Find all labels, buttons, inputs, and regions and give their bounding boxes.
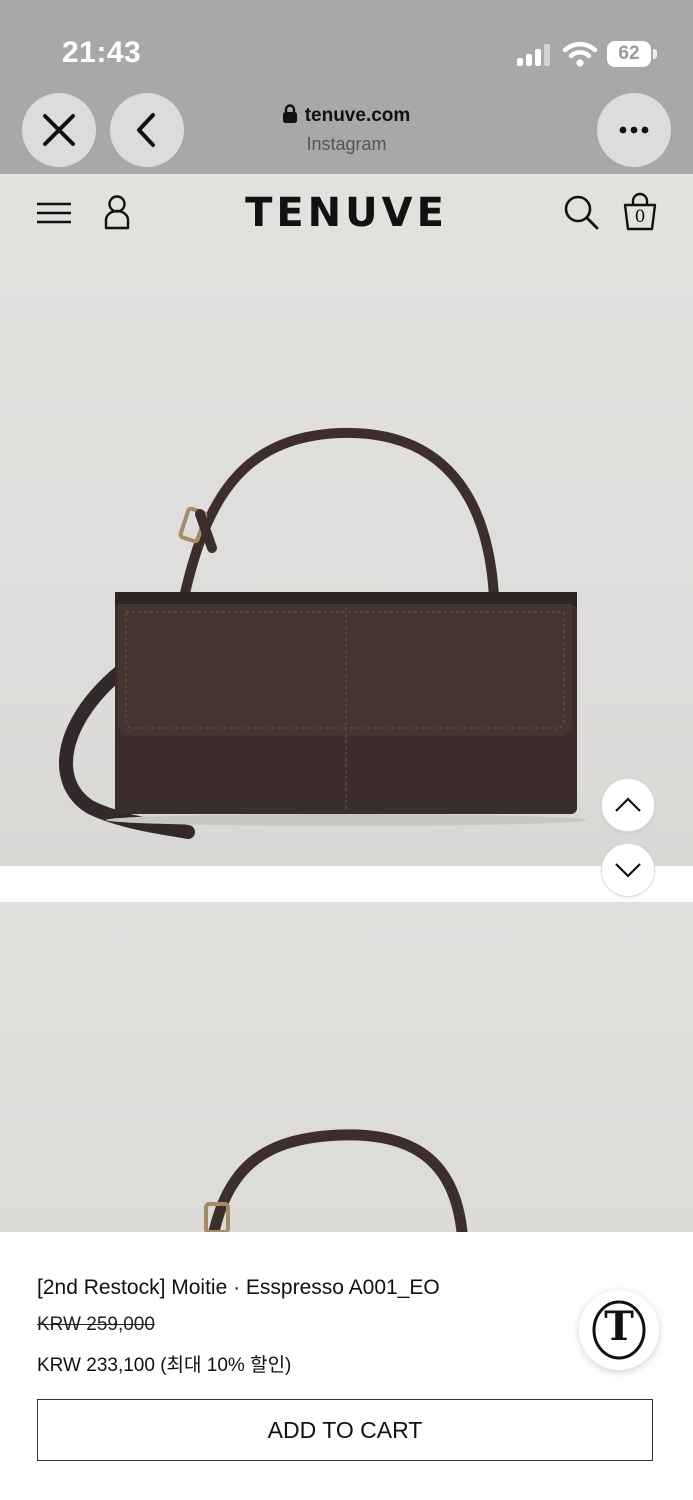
- wifi-icon: [563, 41, 597, 67]
- bag-illustration-partial: [204, 1129, 468, 1232]
- badge-letter: T: [604, 1303, 634, 1350]
- url-domain: tenuve.com: [304, 105, 411, 126]
- lock-icon: [282, 104, 297, 123]
- product-name: [2nd Restock] Moitie · Esspresso A001_EO: [37, 1276, 440, 1299]
- add-to-cart-button[interactable]: ADD TO CART: [37, 1399, 653, 1461]
- battery-cap: [653, 49, 657, 59]
- gallery-prev-button[interactable]: [601, 778, 655, 832]
- more-icon: [619, 126, 649, 134]
- battery-icon: 62: [607, 41, 651, 67]
- original-price: KRW 259,000: [37, 1314, 155, 1335]
- chevron-down-icon: [615, 863, 641, 878]
- product-image-second[interactable]: [0, 902, 693, 1232]
- gallery-next-button[interactable]: [601, 843, 655, 897]
- battery-level: 62: [618, 43, 640, 64]
- site-header: TENUVE 0: [0, 174, 693, 252]
- url-source: Instagram: [306, 134, 387, 154]
- more-button[interactable]: [597, 93, 671, 167]
- product-image-main[interactable]: [0, 252, 693, 866]
- product-panel: [2nd Restock] Moitie · Esspresso A001_EO…: [0, 1232, 693, 1500]
- cart-button[interactable]: 0: [621, 192, 659, 232]
- brand-chat-button[interactable]: T: [579, 1290, 659, 1370]
- bag-illustration: [59, 427, 586, 839]
- signal-icon: [517, 44, 553, 66]
- status-time: 21:43: [62, 36, 142, 69]
- browser-chrome: 21:43 62 tenuve.com Instagram: [0, 0, 693, 174]
- url-bar[interactable]: tenuve.com: [0, 104, 693, 127]
- chevron-up-icon: [615, 797, 641, 812]
- sale-price: KRW 233,100 (최대 10% 할인): [37, 1355, 292, 1376]
- cart-count: 0: [634, 207, 646, 227]
- search-icon[interactable]: [563, 194, 599, 230]
